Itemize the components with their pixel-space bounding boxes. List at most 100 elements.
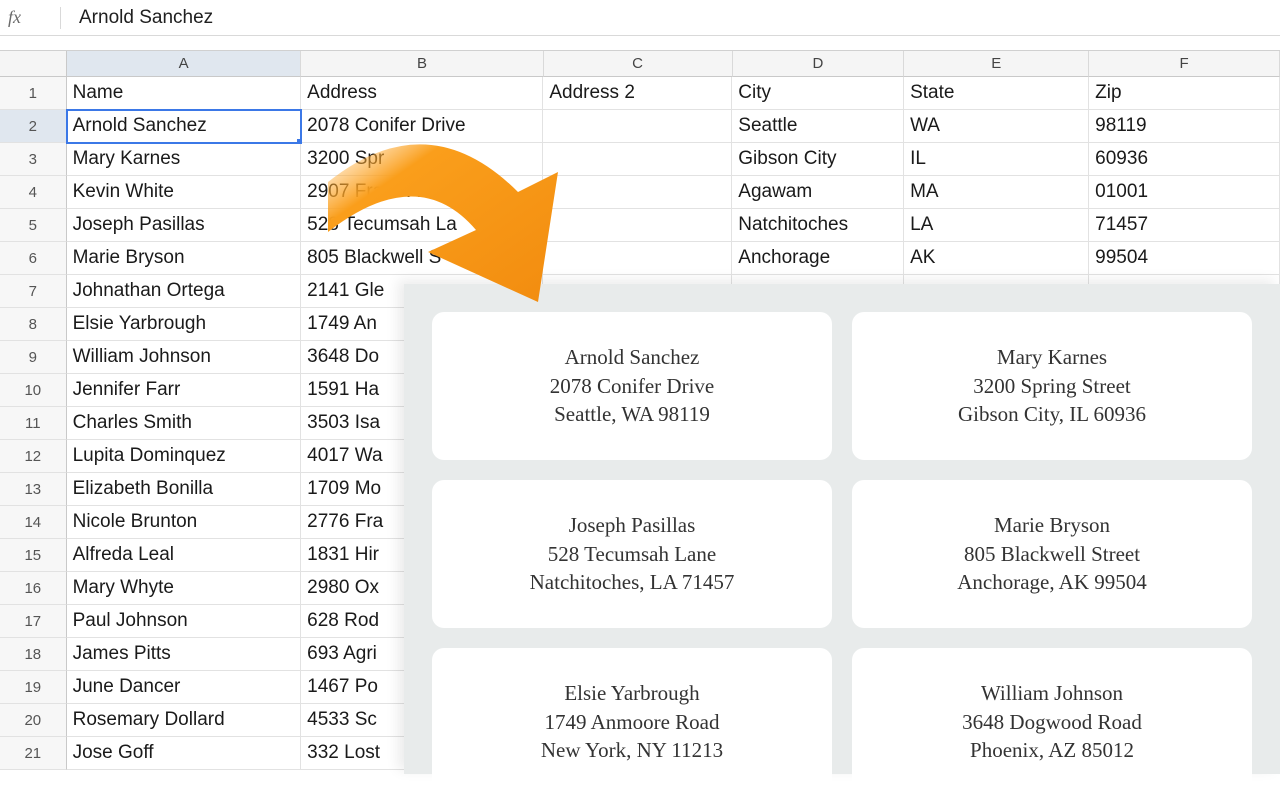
row-header[interactable]: 9 [0,341,67,374]
column-header-E[interactable]: E [904,51,1089,77]
row-header[interactable]: 4 [0,176,67,209]
label-city-state-zip: New York, NY 11213 [541,736,723,764]
row-header[interactable]: 3 [0,143,67,176]
row-header[interactable]: 12 [0,440,67,473]
column-header-A[interactable]: A [67,51,302,77]
cell[interactable]: Anchorage [732,242,904,275]
cell[interactable]: Paul Johnson [67,605,302,638]
cell[interactable]: Elizabeth Bonilla [67,473,302,506]
cell[interactable]: LA [904,209,1089,242]
label-name: William Johnson [981,679,1123,707]
table-row: 5Joseph Pasillas528 Tecumsah La Natchitoc… [0,209,1280,242]
cell[interactable]: Seattle [732,110,904,143]
row-header[interactable]: 21 [0,737,67,770]
cell[interactable]: James Pitts [67,638,302,671]
row-header[interactable]: 1 [0,77,67,110]
cell[interactable] [543,242,732,275]
row-header[interactable]: 17 [0,605,67,638]
row-header[interactable]: 6 [0,242,67,275]
row-header[interactable]: 15 [0,539,67,572]
cell[interactable]: Jennifer Farr [67,374,302,407]
cell[interactable]: MA [904,176,1089,209]
cell[interactable]: 99504 [1089,242,1280,275]
cell[interactable]: Marie Bryson [67,242,302,275]
label-name: Mary Karnes [997,343,1107,371]
row-header[interactable]: 11 [0,407,67,440]
cell[interactable]: June Dancer [67,671,302,704]
label-city-state-zip: Phoenix, AZ 85012 [970,736,1134,764]
cell[interactable]: Jose Goff [67,737,302,770]
cell[interactable]: City [732,77,904,110]
row-header[interactable]: 7 [0,275,67,308]
cell[interactable]: Johnathan Ortega [67,275,302,308]
row-header[interactable]: 18 [0,638,67,671]
fx-icon[interactable]: fx [8,7,60,28]
row-header[interactable]: 14 [0,506,67,539]
selection-handle[interactable] [296,138,301,143]
cell[interactable]: Rosemary Dollard [67,704,302,737]
table-row: 1NameAddressAddress 2CityStateZip [0,77,1280,110]
cell[interactable]: 98119 [1089,110,1280,143]
label-name: Elsie Yarbrough [564,679,699,707]
label-city-state-zip: Gibson City, IL 60936 [958,400,1146,428]
cell[interactable]: 71457 [1089,209,1280,242]
cell[interactable]: Mary Karnes [67,143,302,176]
table-row: 4Kevin White2907 Frank A AgawamMA01001 [0,176,1280,209]
cell[interactable]: Alfreda Leal [67,539,302,572]
label-address: 3200 Spring Street [973,372,1131,400]
cell[interactable]: Charles Smith [67,407,302,440]
row-header[interactable]: 8 [0,308,67,341]
cell[interactable]: 2907 Frank A [301,176,543,209]
cell[interactable]: 2078 Conifer Drive [301,110,543,143]
cell[interactable]: 60936 [1089,143,1280,176]
cell[interactable] [543,110,732,143]
row-header[interactable]: 19 [0,671,67,704]
table-row: 2Arnold Sanchez2078 Conifer Drive Seattle… [0,110,1280,143]
label-address: 2078 Conifer Drive [550,372,714,400]
column-header-F[interactable]: F [1089,51,1280,77]
row-header[interactable]: 16 [0,572,67,605]
cell[interactable]: Agawam [732,176,904,209]
toolbar-spacer [0,36,1280,50]
cell[interactable]: Joseph Pasillas [67,209,302,242]
row-header[interactable]: 10 [0,374,67,407]
cell[interactable]: Kevin White [67,176,302,209]
cell[interactable]: 805 Blackwell S [301,242,543,275]
cell[interactable]: Lupita Dominquez [67,440,302,473]
cell[interactable]: Nicole Brunton [67,506,302,539]
cell[interactable]: Mary Whyte [67,572,302,605]
cell[interactable]: 528 Tecumsah La [301,209,543,242]
cell[interactable]: Gibson City [732,143,904,176]
formula-input[interactable] [77,6,1280,30]
cell[interactable] [543,143,732,176]
cell[interactable]: WA [904,110,1089,143]
select-all-corner[interactable] [0,51,67,77]
cell[interactable]: Address 2 [543,77,732,110]
address-label-card: Elsie Yarbrough1749 Anmoore RoadNew York… [432,648,832,796]
cell[interactable]: 3200 Spr [301,143,543,176]
row-header[interactable]: 2 [0,110,67,143]
cell[interactable]: William Johnson [67,341,302,374]
cell[interactable]: IL [904,143,1089,176]
column-header-B[interactable]: B [301,51,543,77]
cell[interactable] [543,176,732,209]
cell[interactable]: Address [301,77,543,110]
label-name: Joseph Pasillas [569,511,696,539]
cell[interactable]: Elsie Yarbrough [67,308,302,341]
cell[interactable]: AK [904,242,1089,275]
row-header[interactable]: 5 [0,209,67,242]
cell[interactable]: Zip [1089,77,1280,110]
row-header[interactable]: 20 [0,704,67,737]
row-header[interactable]: 13 [0,473,67,506]
cell[interactable]: State [904,77,1089,110]
cell[interactable] [543,209,732,242]
cell[interactable]: Natchitoches [732,209,904,242]
column-header-C[interactable]: C [544,51,733,77]
label-city-state-zip: Anchorage, AK 99504 [957,568,1147,596]
fx-divider [60,7,61,29]
column-header-D[interactable]: D [733,51,905,77]
cell[interactable]: 01001 [1089,176,1280,209]
cell[interactable]: Name [67,77,302,110]
address-label-card: Mary Karnes3200 Spring StreetGibson City… [852,312,1252,460]
cell[interactable]: Arnold Sanchez [67,110,302,143]
